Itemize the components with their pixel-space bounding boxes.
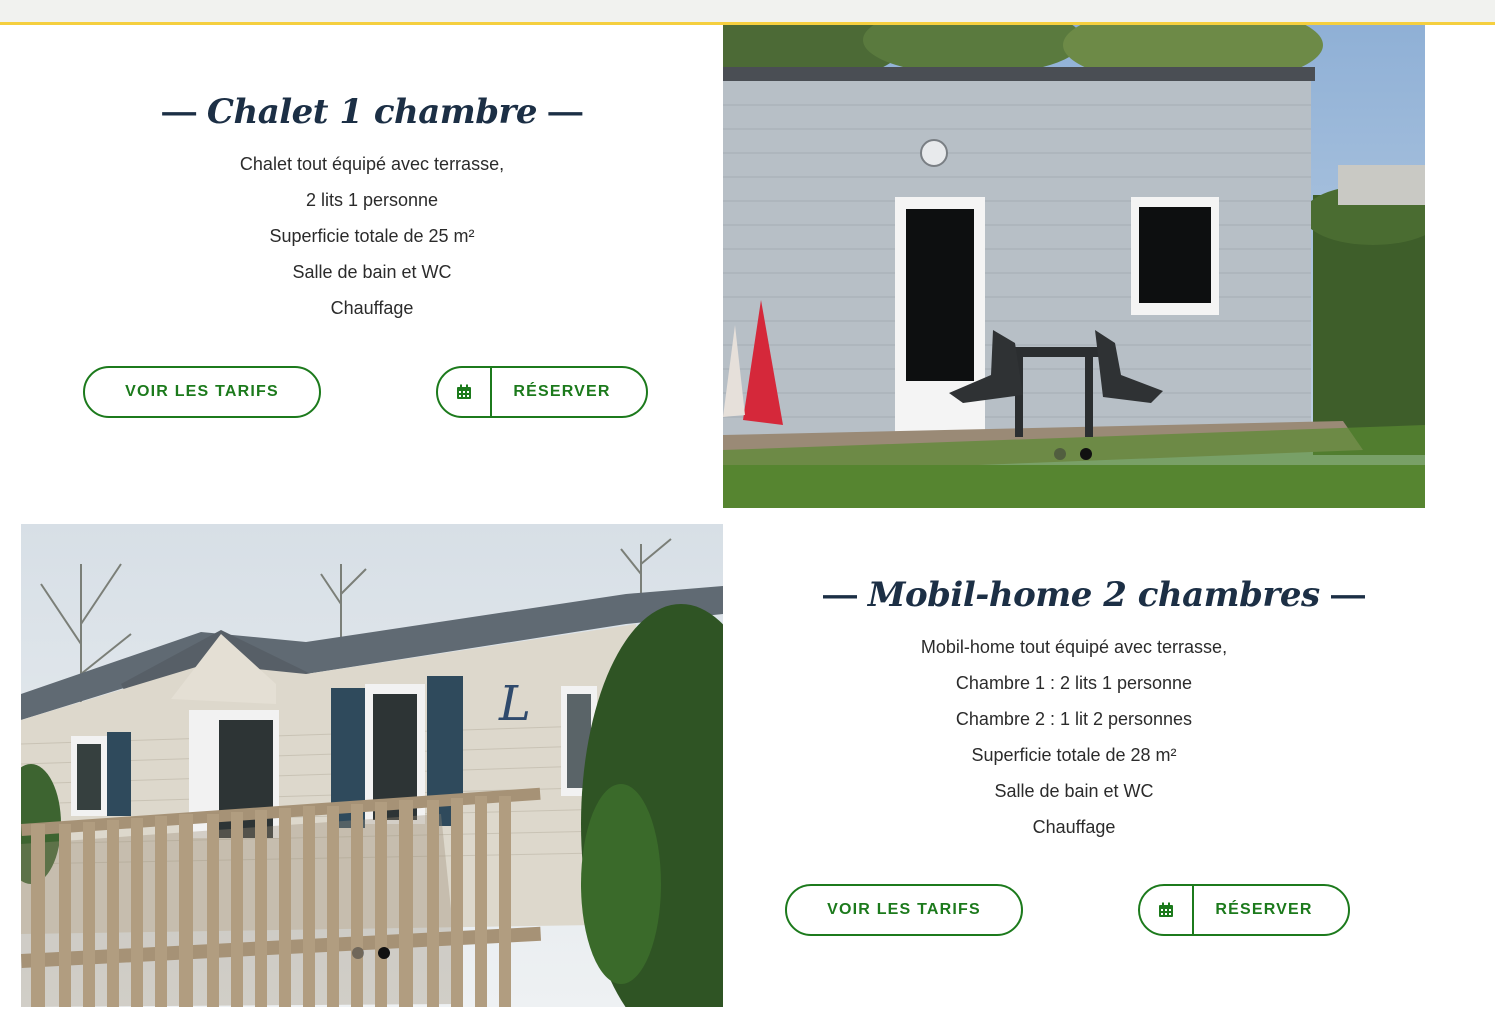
slider-dot[interactable] xyxy=(1054,448,1066,460)
chalet-tarifs-label: VOIR LES TARIFS xyxy=(125,383,279,400)
chalet-title-text: Chalet 1 chambre xyxy=(206,92,538,132)
chalet-slider-dots xyxy=(1054,448,1092,460)
title-dash-right: — xyxy=(1330,576,1365,614)
title-dash-left: — xyxy=(162,93,196,131)
mobilhome-photo-slider[interactable]: L xyxy=(21,524,723,1007)
mobilhome-title: — Mobil-home 2 chambres — xyxy=(823,575,1365,615)
chalet-photo-slider[interactable] xyxy=(723,25,1425,508)
mobilhome-tarifs-button[interactable]: VOIR LES TARIFS xyxy=(785,884,1023,936)
slider-dot-active[interactable] xyxy=(1080,448,1092,460)
mobilhome-features: Mobil-home tout équipé avec terrasse, Ch… xyxy=(823,629,1325,845)
calendar-icon xyxy=(438,368,492,416)
svg-text:L: L xyxy=(498,676,531,732)
chalet-reserve-label: RÉSERVER xyxy=(513,383,611,400)
mobilhome-reserve-label: RÉSERVER xyxy=(1215,901,1313,918)
chalet-title: — Chalet 1 chambre — xyxy=(150,92,594,132)
chalet-feature-line: Salle de bain et WC xyxy=(292,262,452,282)
chalet-features: Chalet tout équipé avec terrasse, 2 lits… xyxy=(150,146,594,326)
chalet-feature-line: 2 lits 1 personne xyxy=(305,190,439,210)
mobilhome-feature-line: Salle de bain et WC xyxy=(994,781,1154,801)
mobilhome-title-text: Mobil-home 2 chambres xyxy=(867,575,1320,615)
chalet-feature-line: Chalet tout équipé avec terrasse, xyxy=(239,154,505,174)
mobilhome-feature-line: Superficie totale de 28 m² xyxy=(971,745,1177,765)
slider-dot[interactable] xyxy=(352,947,364,959)
mobilhome-photo: L xyxy=(21,524,723,1007)
chalet-description-block: — Chalet 1 chambre — Chalet tout équipé … xyxy=(150,92,594,326)
chalet-photo xyxy=(723,25,1425,508)
calendar-icon xyxy=(1140,886,1194,934)
title-dash-left: — xyxy=(823,576,857,614)
mobilhome-feature-line: Chambre 2 : 1 lit 2 personnes xyxy=(955,709,1193,729)
mobilhome-reserve-button[interactable]: RÉSERVER xyxy=(1138,884,1350,936)
chalet-feature-line: Chauffage xyxy=(330,298,414,318)
mobilhome-tarifs-label: VOIR LES TARIFS xyxy=(827,901,981,918)
title-dash-right: — xyxy=(548,93,582,131)
mobilhome-description-block: — Mobil-home 2 chambres — Mobil-home tou… xyxy=(823,575,1365,845)
chalet-feature-line: Superficie totale de 25 m² xyxy=(269,226,475,246)
mobilhome-feature-line: Mobil-home tout équipé avec terrasse, xyxy=(920,637,1228,657)
slider-dot-active[interactable] xyxy=(378,947,390,959)
top-navigation-bar xyxy=(0,0,1495,25)
mobilhome-feature-line: Chambre 1 : 2 lits 1 personne xyxy=(955,673,1193,693)
chalet-tarifs-button[interactable]: VOIR LES TARIFS xyxy=(83,366,321,418)
chalet-reserve-button[interactable]: RÉSERVER xyxy=(436,366,648,418)
mobilhome-slider-dots xyxy=(352,947,390,959)
mobilhome-feature-line: Chauffage xyxy=(1032,817,1116,837)
